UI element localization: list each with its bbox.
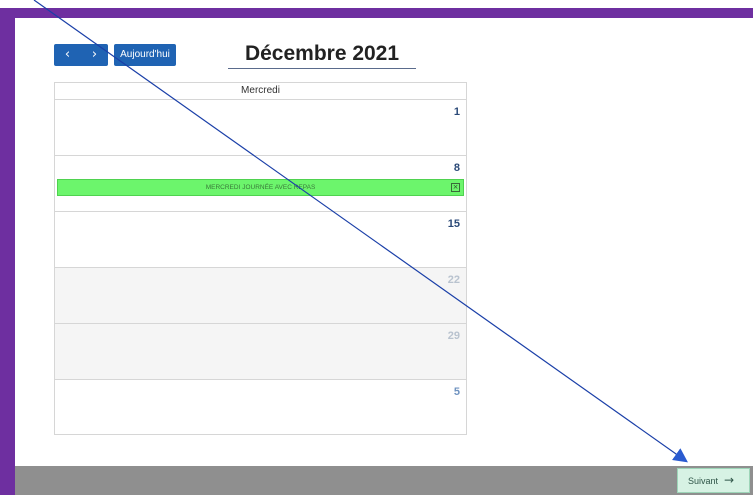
calendar-cell[interactable]: 22	[55, 268, 466, 324]
chevron-right-icon: ›	[91, 47, 98, 62]
day-number: 5	[453, 386, 460, 398]
calendar-cell[interactable]: 29	[55, 324, 466, 380]
calendar-cell[interactable]: 15	[55, 212, 466, 268]
close-icon[interactable]: ×	[451, 183, 460, 192]
month-navigation: ‹ ›	[54, 44, 108, 66]
calendar-cell[interactable]: 8 MERCREDI JOURNÉE AVEC REPAS ×	[55, 156, 466, 212]
day-number: 15	[447, 218, 460, 230]
day-number: 1	[453, 106, 460, 118]
footer-bar	[15, 466, 753, 495]
next-month-button[interactable]: ›	[81, 44, 108, 66]
chevron-left-icon: ‹	[64, 47, 71, 62]
event-label: MERCREDI JOURNÉE AVEC REPAS	[205, 184, 316, 191]
day-number: 22	[447, 274, 460, 286]
weekday-header: Mercredi	[55, 83, 466, 100]
arrow-right-icon: →	[724, 473, 735, 487]
calendar-grid: Mercredi 1 8 MERCREDI JOURNÉE AVEC REPAS…	[54, 82, 467, 435]
calendar-cell[interactable]: 1	[55, 100, 466, 156]
calendar-cell[interactable]: 5	[55, 380, 466, 435]
today-button[interactable]: Aujourd'hui	[114, 44, 176, 66]
frame-border-left	[0, 8, 15, 495]
calendar-title: Décembre 2021	[228, 40, 416, 69]
next-step-label: Suivant	[688, 476, 719, 486]
next-step-button[interactable]: Suivant →	[677, 468, 750, 493]
app-frame: ‹ › Aujourd'hui Décembre 2021 Mercredi 1…	[0, 0, 753, 495]
previous-month-button[interactable]: ‹	[54, 44, 81, 66]
day-number: 8	[453, 162, 460, 174]
calendar-event[interactable]: MERCREDI JOURNÉE AVEC REPAS ×	[57, 179, 464, 196]
frame-border-top	[0, 8, 753, 18]
day-number: 29	[447, 330, 460, 342]
